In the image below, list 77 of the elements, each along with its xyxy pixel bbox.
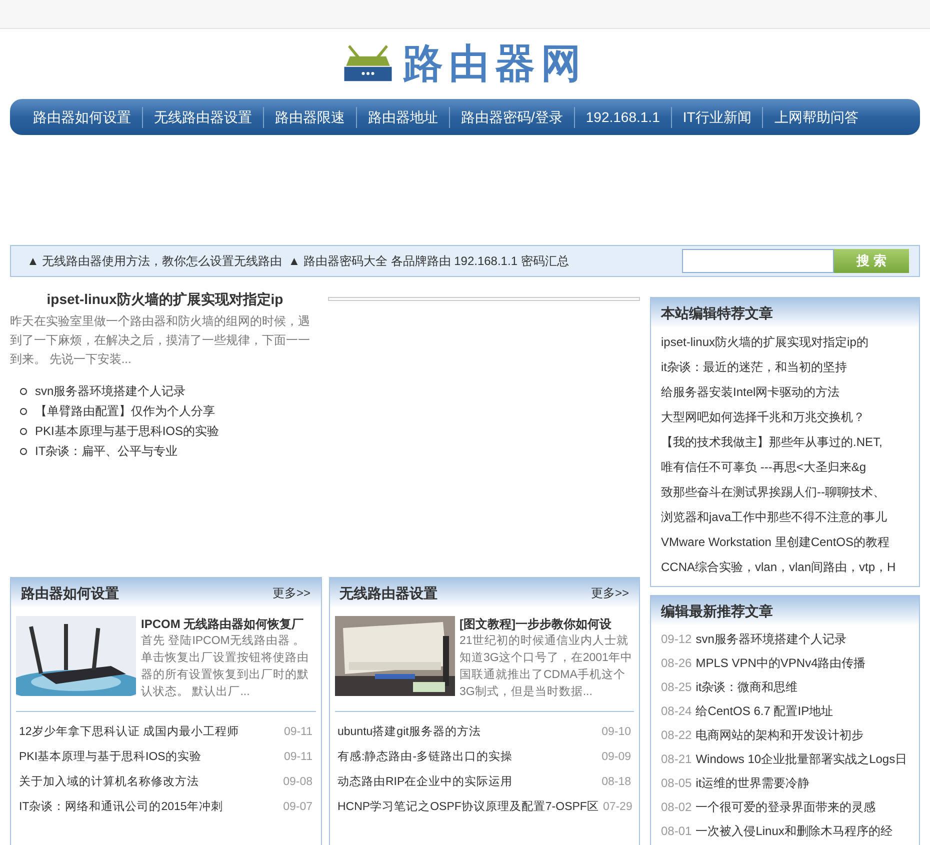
article-link[interactable]: ipset-linux防火墙的扩展实现对指定ip的 bbox=[661, 330, 909, 355]
box-title: 路由器如何设置 bbox=[21, 584, 119, 602]
article-link[interactable]: 动态路由RIP在企业中的实际运用 bbox=[338, 774, 513, 792]
bullet-icon bbox=[20, 448, 27, 454]
ticker-link[interactable]: ▲ 无线路由器使用方法，教你怎么设置无线路由 bbox=[27, 252, 282, 270]
article-link[interactable]: 电商网站的架构和开发设计初步 bbox=[696, 726, 864, 744]
article-date: 08-25 bbox=[661, 679, 692, 696]
article-link[interactable]: svn服务器环境搭建个人记录 bbox=[696, 630, 846, 648]
logo-text: 路由器网 bbox=[403, 41, 587, 88]
article-date: 09-08 bbox=[283, 774, 312, 790]
article-date: 09-10 bbox=[602, 724, 631, 740]
featured-title[interactable]: ipset-linux防火墙的扩展实现对指定ip bbox=[10, 289, 320, 310]
bullet-icon bbox=[20, 408, 27, 414]
article-date: 08-21 bbox=[661, 751, 692, 768]
article-link[interactable]: PKI基本原理与基于思科IOS的实验 bbox=[19, 748, 202, 766]
article-link[interactable]: 给服务器安装Intel网卡驱动的方法 bbox=[661, 380, 909, 405]
nav-link[interactable]: 无线路由器设置 bbox=[142, 106, 263, 128]
article-link[interactable]: HCNP学习笔记之OSPF协议原理及配置7-OSPF区 bbox=[338, 798, 599, 816]
box-title: 编辑最新推荐文章 bbox=[661, 602, 773, 620]
nav-link[interactable]: 上网帮助问答 bbox=[762, 106, 870, 128]
ticker-link[interactable]: ▲ 路由器密码大全 各品牌路由 192.168.1.1 密码汇总 bbox=[288, 252, 569, 270]
article-link[interactable]: VMware Workstation 里创建CentOS的教程 bbox=[661, 530, 909, 555]
article-link[interactable]: IT杂谈：网络和通讯公司的2015年冲刺 bbox=[19, 798, 223, 816]
lead-summary: 21世纪初的时候通信业内人士就知道3G这个口号了，在2001年中国联通就推出了CDMA手机这个3G制式，但是当时数据... bbox=[460, 633, 634, 700]
article-link[interactable]: 一个很可爱的登录界面带来的灵感 bbox=[696, 798, 876, 816]
article-date: 08-22 bbox=[661, 727, 692, 744]
article-link[interactable]: it杂谈：微商和思维 bbox=[696, 678, 798, 696]
article-date: 09-09 bbox=[602, 750, 631, 765]
article-date: 09-12 bbox=[661, 631, 692, 648]
nav-link[interactable]: 路由器密码/登录 bbox=[449, 106, 574, 128]
article-link[interactable]: svn服务器环境搭建个人记录 bbox=[35, 382, 186, 400]
more-link[interactable]: 更多>> bbox=[590, 584, 629, 602]
lead-title[interactable]: [图文教程]一步步教你如何设 bbox=[460, 616, 634, 633]
article-date: 07-29 bbox=[602, 800, 632, 815]
router-logo-icon bbox=[343, 45, 393, 83]
lead-title[interactable]: IPCOM 无线路由器如何恢复厂 bbox=[141, 616, 316, 633]
article-link[interactable]: it杂谈：最近的迷茫，和当初的坚持 bbox=[661, 355, 909, 380]
bullet-icon bbox=[20, 428, 27, 434]
article-link[interactable]: PKI基本原理与基于思科IOS的实验 bbox=[35, 422, 220, 440]
article-date: 08-26 bbox=[661, 655, 692, 672]
article-link[interactable]: 关于加入域的计算机名称修改方法 bbox=[19, 774, 199, 792]
lead-summary: 首先 登陆IPCOM无线路由器 。单击恢复出厂设置按钮将使路由器的所有设置恢复到出厂时的默认状态。 默认出厂... bbox=[141, 634, 310, 700]
article-link[interactable]: Windows 10企业批量部署实战之Logs日 bbox=[696, 750, 908, 768]
article-link[interactable]: 12岁少年拿下思科认证 成国内最小工程师 bbox=[19, 724, 239, 742]
article-date: 09-11 bbox=[284, 750, 312, 765]
article-link[interactable]: it运维的世界需要冷静 bbox=[696, 774, 810, 792]
article-date: 08-05 bbox=[661, 775, 692, 792]
article-link[interactable]: 浏览器和java工作中那些不得不注意的事儿 bbox=[661, 505, 909, 530]
article-link[interactable]: 【我的技术我做主】那些年从事过的.NET, bbox=[661, 430, 909, 455]
article-link[interactable]: 大型网吧如何选择千兆和万兆交换机？ bbox=[661, 405, 909, 430]
box-title: 本站编辑特荐文章 bbox=[661, 304, 773, 322]
article-date: 08-24 bbox=[661, 703, 692, 720]
more-link[interactable]: 更多>> bbox=[272, 584, 310, 602]
nav-link[interactable]: 路由器地址 bbox=[356, 106, 449, 128]
article-date: 09-11 bbox=[284, 724, 312, 740]
article-link[interactable]: MPLS VPN中的VPNv4路由传播 bbox=[696, 654, 866, 672]
nav-link[interactable]: 192.168.1.1 bbox=[574, 106, 671, 128]
article-link[interactable]: 【单臂路由配置】仅作为个人分享 bbox=[35, 402, 215, 420]
article-link[interactable]: 给CentOS 6.7 配置IP地址 bbox=[696, 702, 834, 720]
article-date: 08-18 bbox=[602, 774, 631, 790]
nav-link[interactable]: 路由器限速 bbox=[263, 106, 356, 128]
search-field[interactable] bbox=[682, 249, 834, 273]
nav-link[interactable]: 路由器如何设置 bbox=[22, 106, 142, 128]
article-link[interactable]: ubuntu搭建git服务器的方法 bbox=[338, 724, 481, 742]
bullet-icon bbox=[20, 388, 27, 394]
article-link[interactable]: 唯有信任不可辜负 ---再思<大圣归来&g bbox=[661, 455, 909, 480]
featured-summary: 昨天在实验室里做一个路由器和防火墙的组网的时候，遇到了一下麻烦，在解决之后，摸清了一些规律，下面一一到来。 先说一下安装... bbox=[10, 313, 311, 368]
nav-link[interactable]: IT行业新闻 bbox=[670, 106, 762, 128]
article-link[interactable]: 一次被入侵Linux和删除木马程序的经 bbox=[696, 822, 892, 840]
article-link[interactable]: 有感:静态路由-多链路出口的实操 bbox=[338, 748, 513, 766]
article-link[interactable]: CCNA综合实验，vlan，vlan间路由，vtp，H bbox=[661, 555, 909, 580]
article-date: 08-01 bbox=[661, 823, 692, 840]
article-date: 08-02 bbox=[661, 799, 692, 816]
article-link[interactable]: IT杂谈：扁平、公平与专业 bbox=[35, 442, 178, 460]
article-link[interactable]: 致那些奋斗在测试界挨踢人们--聊聊技术、 bbox=[661, 480, 909, 505]
box-title: 无线路由器设置 bbox=[340, 584, 438, 602]
article-date: 09-07 bbox=[283, 800, 312, 815]
